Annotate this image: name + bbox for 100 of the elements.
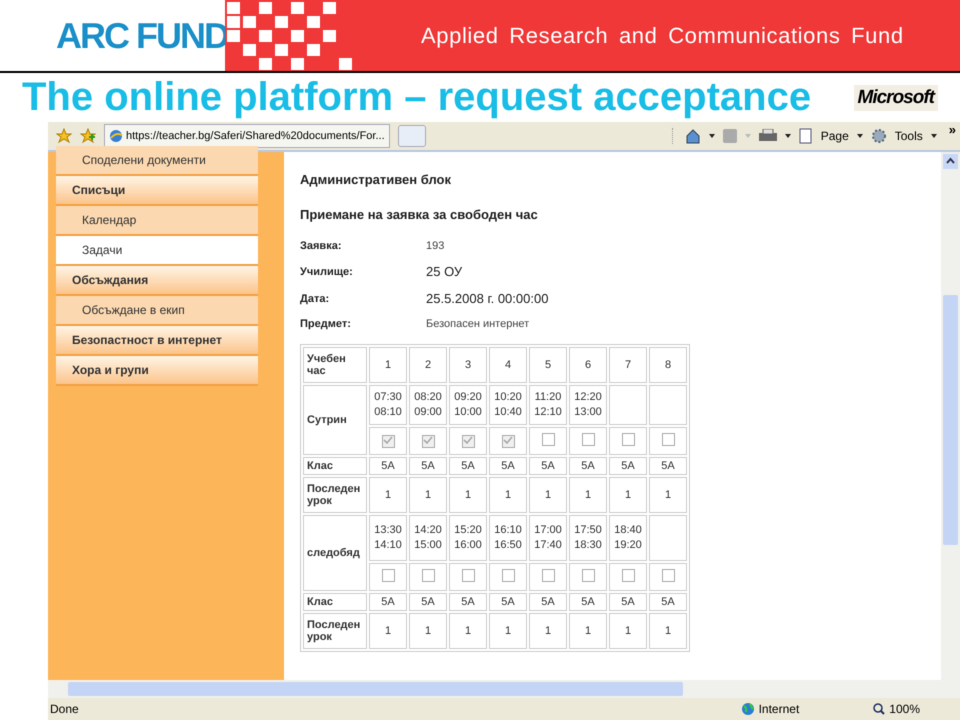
globe-icon (740, 702, 755, 716)
table-cell: 1 (649, 613, 687, 649)
caret-icon[interactable] (708, 134, 715, 138)
table-cell: 08:20 09:00 (409, 385, 447, 425)
checkbox[interactable] (542, 569, 554, 582)
table-cell: 5 (529, 347, 567, 383)
browser-tab[interactable]: https://teacher.bg/Saferi/Shared%20documents/For... (104, 124, 390, 148)
page-heading: Приемане на заявка за свободен час (300, 207, 539, 222)
table-cell: 1 (569, 477, 607, 513)
scroll-up-icon[interactable] (943, 154, 958, 169)
tagline: Applied Research and Communications Fund (421, 22, 904, 48)
table-cell: 5A (649, 457, 687, 475)
table-cell: 15:20 16:00 (449, 515, 487, 561)
zoom-icon[interactable] (873, 703, 886, 715)
table-cell: 12:20 13:00 (569, 385, 607, 425)
caret-icon[interactable] (856, 134, 863, 138)
checkbox[interactable] (502, 569, 514, 582)
table-cell: 5A (369, 593, 407, 611)
table-cell: 1 (609, 477, 647, 513)
table-cell: 1 (569, 613, 607, 649)
table-cell: Учебен час (303, 347, 367, 383)
logo-text: ARC FUND (56, 14, 228, 56)
sidebar-item[interactable]: Задачи (56, 236, 258, 266)
table-cell: Клас (303, 457, 367, 475)
table-cell: следобяд (303, 515, 367, 591)
table-cell: 18:40 19:20 (609, 515, 647, 561)
table-cell: 5A (609, 457, 647, 475)
field-value: 25.5.2008 г. 00:00:00 (426, 291, 548, 306)
sidebar-item[interactable]: Хора и групи (56, 356, 258, 386)
checkbox[interactable] (662, 433, 674, 446)
section-title: Административен блок (300, 172, 452, 187)
table-cell: 1 (449, 477, 487, 513)
checkbox[interactable] (582, 433, 594, 446)
table-cell: 1 (649, 477, 687, 513)
table-cell: 5A (569, 593, 607, 611)
feed-icon[interactable] (722, 129, 737, 143)
add-favorite-icon[interactable] (80, 128, 96, 144)
table-cell: 1 (369, 347, 407, 383)
table-cell: Последен урок (303, 477, 367, 513)
table-cell: 1 (409, 477, 447, 513)
field-value: 25 ОУ (426, 264, 462, 279)
sidebar-item[interactable]: Обсъждане в екип (56, 296, 258, 326)
sidebar-item[interactable]: Обсъждания (56, 266, 258, 296)
table-cell: 5A (649, 593, 687, 611)
table-cell: 09:20 10:00 (449, 385, 487, 425)
zone-text: Internet (758, 702, 800, 716)
sidebar-item[interactable]: Списъци (56, 176, 258, 206)
table-cell: 5A (449, 593, 487, 611)
table-cell: 5A (529, 457, 567, 475)
checkbox[interactable] (542, 433, 554, 446)
globe-icon (109, 129, 123, 143)
table-cell: 13:30 14:10 (369, 515, 407, 561)
field-label: Предмет: (300, 318, 352, 330)
table-cell: 5A (409, 457, 447, 475)
table-cell: 14:20 15:00 (409, 515, 447, 561)
sidebar-item[interactable]: Календар (56, 206, 258, 236)
table-cell: 11:20 12:10 (529, 385, 567, 425)
caret-icon[interactable] (930, 134, 937, 138)
status-text: Done (50, 702, 79, 716)
table-cell: Клас (303, 593, 367, 611)
table-cell: 1 (529, 477, 567, 513)
star-icon[interactable] (56, 128, 72, 144)
table-cell: 17:50 18:30 (569, 515, 607, 561)
table-cell: 5A (609, 593, 647, 611)
checkbox[interactable] (462, 569, 474, 582)
sidebar-item[interactable]: Безопастност в интернет (56, 326, 258, 356)
checkbox[interactable] (422, 569, 434, 582)
page-menu[interactable]: Page (820, 129, 849, 143)
gear-icon (870, 128, 887, 144)
page-icon (798, 128, 813, 144)
checkbox[interactable] (502, 434, 514, 448)
table-cell: 17:00 17:40 (529, 515, 567, 561)
checkbox[interactable] (622, 433, 634, 446)
table-cell: 16:10 16:50 (489, 515, 527, 561)
printer-icon[interactable] (758, 129, 777, 143)
caret-icon[interactable] (784, 134, 791, 138)
table-cell: 5A (489, 593, 527, 611)
sidebar-item[interactable]: Споделени документи (56, 146, 258, 176)
checkbox[interactable] (382, 569, 394, 582)
checkbox[interactable] (582, 569, 594, 582)
slide-title: The online platform – request acceptance (22, 75, 812, 120)
table-cell: 10:20 10:40 (489, 385, 527, 425)
table-cell: 5A (409, 593, 447, 611)
checkbox[interactable] (422, 434, 434, 448)
table-cell (609, 385, 647, 425)
partner-logo-text: Microsoft (854, 84, 938, 110)
horizontal-scrollbar[interactable] (48, 680, 960, 698)
table-cell: 1 (609, 613, 647, 649)
checkbox[interactable] (382, 434, 394, 448)
checkbox[interactable] (622, 569, 634, 582)
table-cell: 5A (569, 457, 607, 475)
overflow-button[interactable]: » (944, 122, 960, 137)
checkbox[interactable] (462, 434, 474, 448)
checkbox[interactable] (662, 569, 674, 582)
zoom-level[interactable]: 100% (889, 702, 920, 716)
vertical-scrollbar[interactable] (941, 152, 960, 680)
new-tab-button[interactable] (398, 125, 426, 147)
home-icon[interactable] (684, 128, 701, 144)
table-cell: 1 (409, 613, 447, 649)
tools-menu[interactable]: Tools (894, 129, 923, 143)
